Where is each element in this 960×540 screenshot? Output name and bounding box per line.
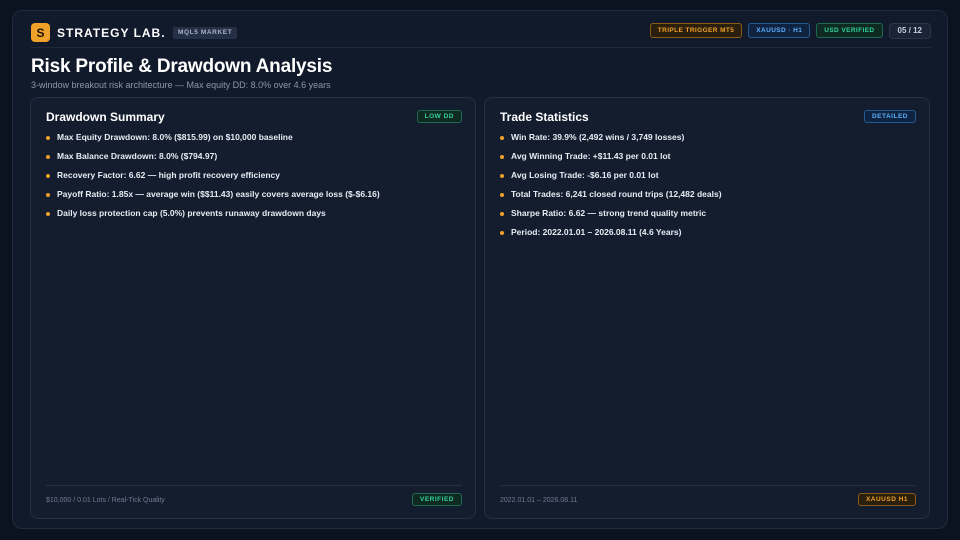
list-item: Max Equity Drawdown: 8.0% ($815.99) on $… [46,132,380,151]
detailed-badge: DETAILED [863,110,916,123]
bullet-dot-icon [500,174,504,178]
panel-title: Trade Statistics [500,110,589,124]
bullet-text: Daily loss protection cap (5.0%) prevent… [57,208,326,218]
list-item: Avg Winning Trade: +$11.43 per 0.01 lot [500,151,722,170]
trade-stats-bullet-list: Win Rate: 39.9% (2,492 wins / 3,749 loss… [500,132,722,246]
trade-statistics-panel: Trade Statistics DETAILED Win Rate: 39.9… [484,97,930,519]
list-item: Period: 2022.01.01 – 2026.08.11 (4.6 Yea… [500,227,722,246]
bullet-text: Win Rate: 39.9% (2,492 wins / 3,749 loss… [511,132,685,142]
drawdown-bullet-list: Max Equity Drawdown: 8.0% ($815.99) on $… [46,132,380,227]
drawdown-summary-panel: Drawdown Summary LOW DD Max Equity Drawd… [30,97,476,519]
bullet-text: Recovery Factor: 6.62 — high profit reco… [57,170,280,180]
chip-strategy: TRIPLE TRIGGER MT5 [649,23,743,38]
panel-footer-text: $10,000 / 0.01 Lots / Real-Tick Quality [46,497,165,504]
panel-title: Drawdown Summary [46,110,165,124]
list-item: Total Trades: 6,241 closed round trips (… [500,189,722,208]
list-item: Avg Losing Trade: -$6.16 per 0.01 lot [500,170,722,189]
panel-footer-divider [46,485,462,486]
bullet-text: Max Balance Drawdown: 8.0% ($794.97) [57,151,218,161]
list-item: Max Balance Drawdown: 8.0% ($794.97) [46,151,380,170]
panel-footer-divider [500,485,916,486]
slide-frame: S STRATEGY LAB. MQL5 MARKET TRIPLE TRIGG… [12,10,948,529]
bullet-dot-icon [500,231,504,235]
page-title: Risk Profile & Drawdown Analysis [31,56,333,77]
header-chips: TRIPLE TRIGGER MT5 XAUUSD · H1 USD VERIF… [649,23,931,39]
list-item: Sharpe Ratio: 6.62 — strong trend qualit… [500,208,722,227]
bullet-dot-icon [500,212,504,216]
chip-symbol: XAUUSD · H1 [748,23,811,38]
brand-name: STRATEGY LAB. [57,26,166,40]
logo-icon: S [31,23,50,42]
list-item: Payoff Ratio: 1.85x — average win ($$11.… [46,189,380,208]
bullet-dot-icon [46,136,50,140]
bullet-text: Avg Losing Trade: -$6.16 per 0.01 lot [511,170,659,180]
bullet-dot-icon [46,193,50,197]
panel-footer-text: 2022.01.01 – 2026.08.11 [500,497,578,504]
header-divider [31,47,931,48]
list-item: Recovery Factor: 6.62 — high profit reco… [46,170,380,189]
list-item: Daily loss protection cap (5.0%) prevent… [46,208,380,227]
bullet-text: Sharpe Ratio: 6.62 — strong trend qualit… [511,208,707,218]
symbol-badge: XAUUSD H1 [857,493,916,506]
bullet-text: Period: 2022.01.01 – 2026.08.11 (4.6 Yea… [511,227,682,237]
header-bar: S STRATEGY LAB. MQL5 MARKET TRIPLE TRIGG… [31,22,931,44]
chip-verified: USD VERIFIED [816,23,883,38]
bullet-text: Avg Winning Trade: +$11.43 per 0.01 lot [511,151,671,161]
verified-badge: VERIFIED [412,493,462,506]
bullet-dot-icon [500,136,504,140]
list-item: Win Rate: 39.9% (2,492 wins / 3,749 loss… [500,132,722,151]
page-indicator: 05 / 12 [888,23,931,39]
bullet-dot-icon [46,155,50,159]
bullet-dot-icon [500,155,504,159]
bullet-text: Payoff Ratio: 1.85x — average win ($$11.… [57,189,380,199]
bullet-text: Max Equity Drawdown: 8.0% ($815.99) on $… [57,132,293,142]
market-tag: MQL5 MARKET [173,27,238,39]
bullet-text: Total Trades: 6,241 closed round trips (… [511,189,722,199]
bullet-dot-icon [500,193,504,197]
bullet-dot-icon [46,212,50,216]
bullet-dot-icon [46,174,50,178]
page-subtitle: 3-window breakout risk architecture — Ma… [31,80,331,90]
low-dd-badge: LOW DD [416,110,462,123]
